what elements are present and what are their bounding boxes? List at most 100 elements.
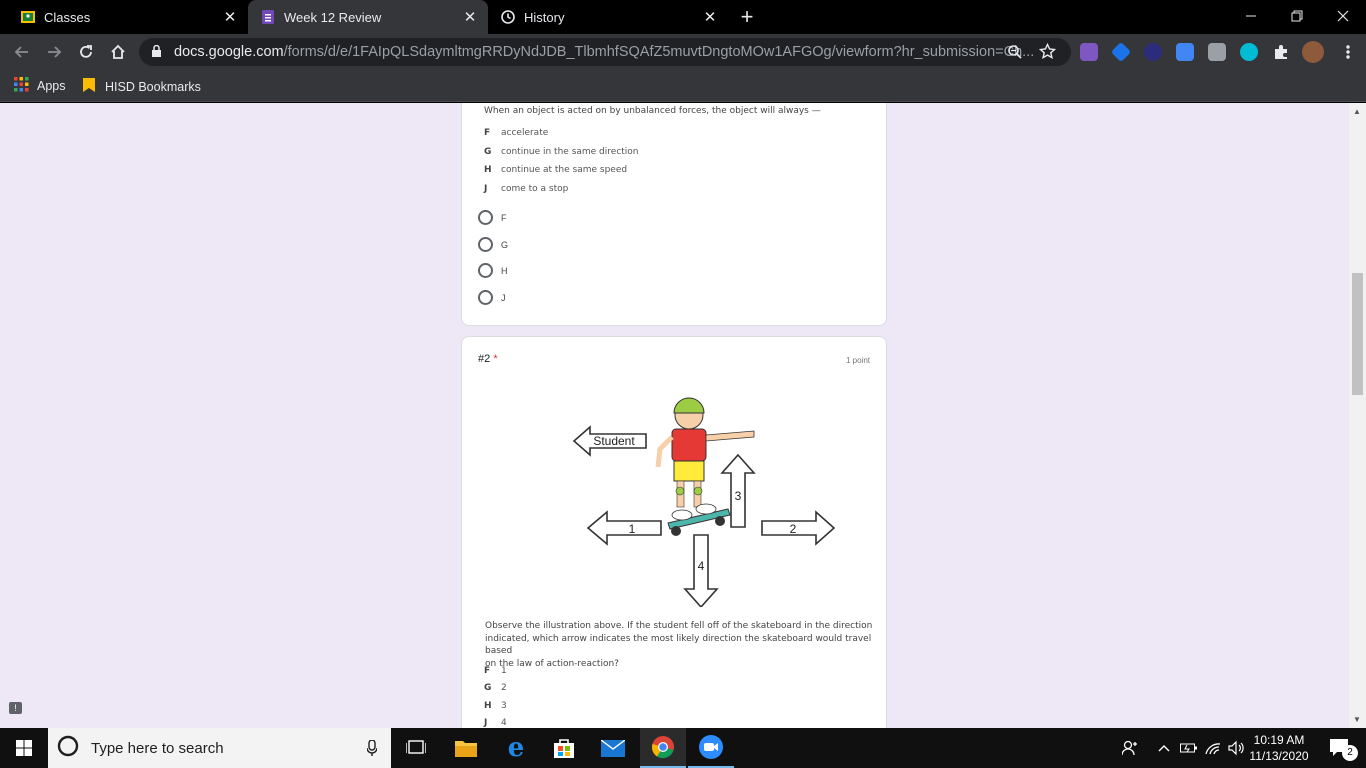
choice-text: 3 — [501, 701, 507, 711]
notification-count-badge: 2 — [1342, 745, 1358, 761]
arrow-4-label: 4 — [698, 559, 705, 573]
question-card-2: #2 * 1 point Student 1 2 3 4 Observe the… — [461, 336, 887, 728]
extensions-puzzle-icon[interactable] — [1272, 43, 1290, 61]
close-window-icon[interactable] — [1320, 0, 1366, 32]
address-bar[interactable]: docs.google.com/forms/d/e/1FAIpQLSdaymlt… — [139, 38, 1071, 66]
edge-browser-icon[interactable]: e — [493, 728, 539, 768]
history-clock-icon — [500, 9, 516, 25]
question-number: #2 — [478, 353, 491, 365]
bookmark-apps-label: Apps — [37, 79, 66, 93]
answer-choice: J4 — [484, 718, 507, 728]
zoom-icon[interactable] — [1007, 44, 1023, 65]
choice-text: 4 — [501, 718, 507, 728]
radio-option-f[interactable]: F — [478, 210, 507, 225]
radio-circle[interactable] — [478, 237, 493, 252]
radio-option-j[interactable]: J — [478, 290, 506, 305]
bookmark-apps[interactable]: Apps — [14, 77, 66, 95]
tab-history[interactable]: History ✕ — [488, 0, 728, 34]
answer-choice: F1 — [484, 666, 507, 676]
scrollbar-thumb[interactable] — [1352, 273, 1363, 395]
restore-icon[interactable] — [1274, 0, 1320, 32]
radio-option-h[interactable]: H — [478, 263, 508, 278]
extension-circle-icon[interactable] — [1240, 43, 1258, 61]
back-icon[interactable] — [8, 38, 36, 66]
bookmark-folder-hisd[interactable]: HISD Bookmarks — [82, 77, 201, 96]
student-arrow-label: Student — [593, 434, 635, 448]
arrow-1 — [586, 510, 662, 546]
google-translate-icon[interactable] — [1176, 43, 1194, 61]
extension-diamond-icon[interactable] — [1110, 41, 1132, 63]
radio-label: F — [501, 212, 507, 223]
extension-tw-icon[interactable] — [1080, 43, 1098, 61]
answer-choice: G2 — [484, 683, 507, 693]
radio-label: H — [501, 265, 508, 276]
forward-icon[interactable] — [40, 38, 68, 66]
system-clock[interactable]: 10:19 AM 11/13/2020 — [1244, 732, 1314, 764]
new-tab-icon[interactable]: + — [736, 4, 758, 29]
action-center-icon[interactable]: 2 — [1320, 728, 1360, 768]
tab-label: Classes — [44, 9, 91, 25]
choice-letter: J — [484, 718, 488, 728]
answer-choice: Gcontinue in the same direction — [484, 147, 639, 157]
radio-circle[interactable] — [478, 290, 493, 305]
form-page: When an object is acted on by unbalanced… — [0, 103, 1366, 728]
clock-date: 11/13/2020 — [1249, 749, 1309, 763]
file-explorer-icon[interactable] — [443, 728, 489, 768]
question-title: #2 * — [478, 353, 498, 365]
clock-time: 10:19 AM — [1253, 733, 1305, 747]
profile-avatar[interactable] — [1302, 41, 1324, 63]
choice-letter: F — [484, 666, 491, 676]
scroll-up-arrow-icon[interactable]: ▲ — [1353, 107, 1361, 116]
show-hidden-icons-chevron-icon[interactable] — [1154, 728, 1174, 768]
radio-label: J — [501, 292, 506, 303]
cortana-circle-icon — [57, 735, 79, 762]
required-asterisk: * — [493, 353, 498, 365]
extension-k-icon[interactable] — [1144, 43, 1162, 61]
report-feedback-icon[interactable]: ! — [9, 702, 22, 714]
tab-label: Week 12 Review — [284, 9, 382, 25]
close-tab-icon[interactable]: ✕ — [702, 9, 718, 26]
windows-start-icon[interactable] — [0, 728, 48, 768]
arrow-2 — [761, 510, 836, 546]
scroll-down-arrow-icon[interactable]: ▼ — [1353, 715, 1361, 724]
zoom-app-icon[interactable] — [688, 728, 734, 768]
battery-icon[interactable] — [1178, 728, 1200, 768]
choice-letter: H — [484, 165, 492, 175]
tab-week-12-review[interactable]: Week 12 Review ✕ — [248, 0, 488, 34]
radio-option-g[interactable]: G — [478, 237, 508, 252]
mail-icon[interactable] — [590, 728, 636, 768]
answer-choice: Jcome to a stop — [484, 184, 568, 194]
bookmark-folder-label: HISD Bookmarks — [105, 79, 201, 94]
microphone-icon[interactable] — [366, 739, 378, 761]
apps-grid-icon — [14, 77, 29, 95]
menu-dots-icon[interactable] — [1334, 38, 1362, 66]
close-tab-icon[interactable]: ✕ — [222, 9, 238, 26]
taskbar-search-box[interactable]: Type here to search — [48, 728, 391, 768]
radio-circle[interactable] — [478, 263, 493, 278]
close-tab-icon[interactable]: ✕ — [462, 9, 478, 26]
chrome-taskbar-icon[interactable] — [640, 728, 686, 768]
question-stem-line: Observe the illustration above. If the s… — [485, 621, 873, 631]
people-icon[interactable] — [1118, 728, 1142, 768]
minimize-icon[interactable] — [1228, 0, 1274, 32]
arrow-1-label: 1 — [629, 522, 636, 536]
folder-icon — [82, 77, 96, 96]
tab-classes[interactable]: Classes ✕ — [0, 0, 248, 34]
extension-copy-icon[interactable] — [1208, 43, 1226, 61]
bookmarks-bar: Apps HISD Bookmarks — [0, 70, 1366, 102]
bookmark-star-icon[interactable] — [1038, 42, 1057, 65]
radio-label: G — [501, 239, 509, 250]
choice-text: continue at the same speed — [501, 165, 628, 175]
microsoft-store-icon[interactable] — [541, 728, 587, 768]
wifi-icon[interactable] — [1202, 728, 1226, 768]
page-scrollbar[interactable]: ▲ ▼ — [1349, 103, 1366, 728]
answer-choice: Hcontinue at the same speed — [484, 165, 627, 175]
choice-text: 1 — [501, 666, 507, 676]
task-view-icon[interactable] — [393, 728, 439, 768]
home-icon[interactable] — [104, 38, 132, 66]
radio-circle[interactable] — [478, 210, 493, 225]
question-card-1: When an object is acted on by unbalanced… — [461, 103, 887, 326]
reload-icon[interactable] — [72, 38, 100, 66]
search-placeholder: Type here to search — [91, 739, 224, 757]
question-stem-line: indicated, which arrow indicates the mos… — [485, 633, 872, 657]
